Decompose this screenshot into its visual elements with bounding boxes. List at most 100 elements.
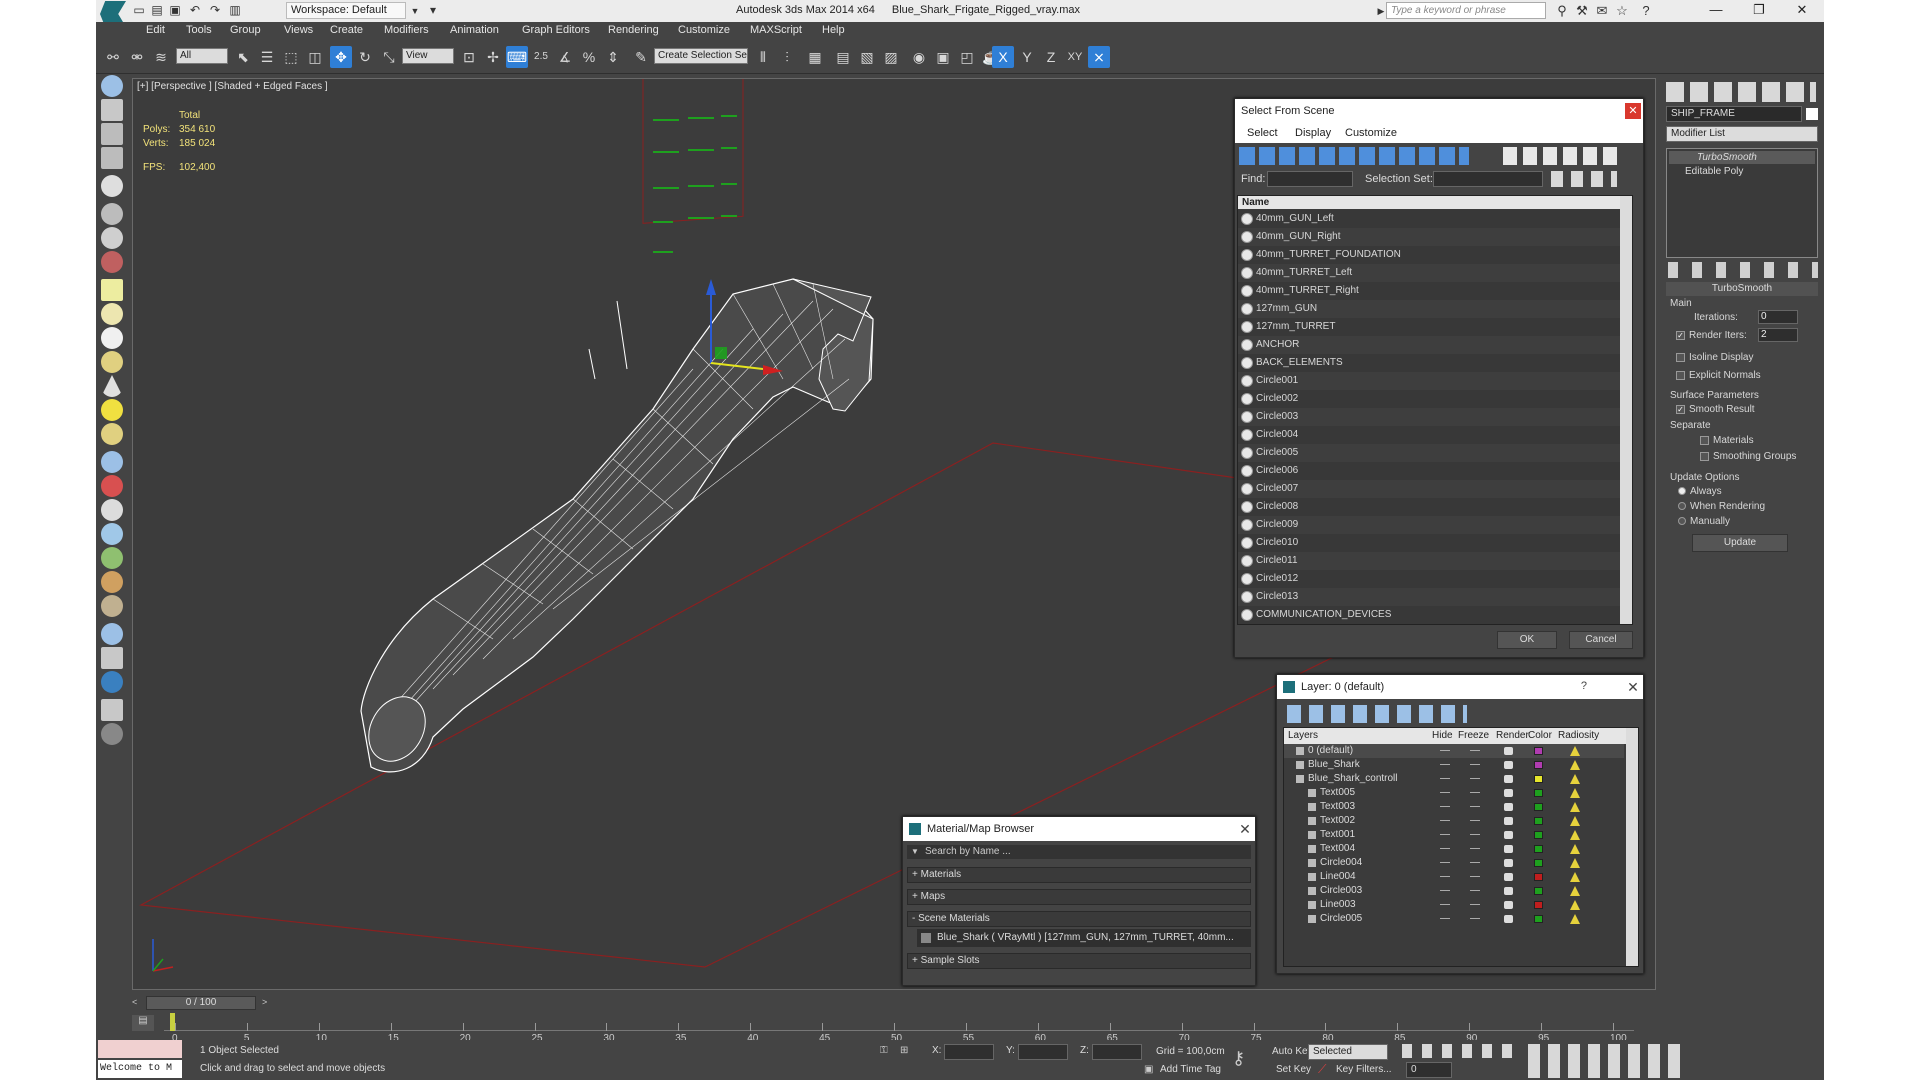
sfs-list-item[interactable]: Circle001 (1238, 372, 1622, 390)
quick-access-dropdown-icon[interactable]: ▾ (426, 3, 440, 17)
radiosity-icon[interactable] (1570, 858, 1580, 868)
radiosity-icon[interactable] (1570, 802, 1580, 812)
modifier-list-dropdown[interactable]: Modifier List (1666, 126, 1818, 142)
layer-row[interactable]: Text005 (1284, 786, 1624, 800)
radiosity-icon[interactable] (1570, 746, 1580, 756)
smooth-result-checkbox[interactable]: ✓ (1676, 404, 1685, 414)
motion-icon[interactable] (101, 251, 123, 273)
sfs-list-item[interactable]: ANCHOR (1238, 336, 1622, 354)
sfs-list-item[interactable]: 40mm_GUN_Left (1238, 210, 1622, 228)
layer-color-swatch[interactable] (1534, 859, 1543, 867)
sfs-set-buttons-icons[interactable] (1551, 171, 1617, 187)
explicit-normals-checkbox[interactable] (1676, 370, 1685, 380)
layer-manager-icon[interactable]: ▦ (804, 46, 826, 68)
stack-item-editable-poly[interactable]: Editable Poly (1669, 165, 1815, 178)
project-folder-icon[interactable]: ▥ (228, 3, 242, 17)
time-slider[interactable]: < 0 / 100 > (132, 995, 1656, 1011)
menu-modifiers[interactable]: Modifiers (384, 24, 429, 36)
layer-col-hide[interactable]: Hide (1432, 728, 1453, 744)
freeze-toggle[interactable] (1470, 890, 1480, 891)
subscription-icon[interactable]: ⚒ (1574, 3, 1590, 19)
ship-hull[interactable] (360, 278, 874, 773)
curve-editor-icon[interactable]: ▧ (856, 46, 878, 68)
sfs-filter-icons[interactable] (1239, 147, 1469, 165)
edit-named-selection-icon[interactable]: ✎ (630, 46, 652, 68)
layer-dialog-help-icon[interactable]: ? (1581, 680, 1587, 692)
ship-mast[interactable] (616, 300, 628, 370)
materials-row[interactable]: Materials (1700, 435, 1754, 446)
iterations-spinner[interactable]: 0 (1758, 310, 1798, 324)
schematic-view-icon[interactable]: ▨ (880, 46, 902, 68)
help-circle-icon[interactable] (101, 723, 123, 745)
select-and-manipulate-icon[interactable]: ✢ (482, 46, 504, 68)
environment-icon[interactable] (101, 671, 123, 693)
smooth-result-row[interactable]: ✓ Smooth Result (1676, 404, 1755, 415)
layer-name[interactable]: Circle003 (1320, 884, 1362, 898)
layer-col-layers[interactable]: Layers (1288, 728, 1318, 744)
track-ruler[interactable] (164, 1015, 1634, 1031)
hierarchy-icon[interactable] (101, 227, 123, 249)
menu-help[interactable]: Help (822, 24, 845, 36)
sfs-find-input[interactable] (1267, 171, 1353, 187)
layer-row[interactable]: Text002 (1284, 814, 1624, 828)
bind-space-warp-icon[interactable]: ≋ (150, 46, 172, 68)
hide-toggle[interactable] (1440, 764, 1450, 765)
hide-toggle[interactable] (1440, 834, 1450, 835)
create-selection-set-dropdown[interactable]: Create Selection Se (654, 48, 748, 64)
set-key-mode-icon[interactable]: ⟋ (1318, 1062, 1326, 1077)
time-prev-arrow-icon[interactable]: < (132, 997, 137, 1007)
separate-smoothing-groups-checkbox[interactable] (1700, 451, 1709, 461)
menu-edit[interactable]: Edit (146, 24, 165, 36)
layer-color-swatch[interactable] (1534, 845, 1543, 853)
align-icon[interactable]: ⫶ (776, 46, 798, 68)
update-when-rendering-radio[interactable] (1678, 502, 1686, 511)
modify-object-icon[interactable] (101, 203, 123, 225)
hide-toggle[interactable] (1440, 778, 1450, 779)
sfs-list-item[interactable]: Circle013 (1238, 588, 1622, 606)
layer-color-swatch[interactable] (1534, 887, 1543, 895)
help-icon[interactable]: ? (1638, 3, 1654, 19)
freeze-toggle[interactable] (1470, 820, 1480, 821)
render-teapot-icon[interactable] (1504, 831, 1513, 839)
sfs-column-name[interactable]: Name (1238, 196, 1632, 209)
update-always-row[interactable]: Always (1678, 486, 1722, 497)
scene-material-item[interactable]: Blue_Shark ( VRayMtl ) [127mm_GUN, 127mm… (917, 929, 1251, 947)
select-and-link-icon[interactable]: ⚯ (102, 46, 124, 68)
select-and-rotate-icon[interactable]: ↻ (354, 46, 376, 68)
sfs-scrollbar[interactable] (1620, 196, 1632, 624)
radiosity-icon[interactable] (1570, 760, 1580, 770)
separate-materials-checkbox[interactable] (1700, 435, 1709, 445)
search-dropdown-icon[interactable]: ▼ (911, 845, 919, 859)
layer-name[interactable]: Text005 (1320, 786, 1355, 800)
maximize-button[interactable]: ❐ (1739, 0, 1779, 20)
snaps-toggle-icon[interactable]: 2.5 (530, 46, 552, 68)
layer-color-swatch[interactable] (1534, 803, 1543, 811)
radiosity-icon[interactable] (1570, 816, 1580, 826)
create-geometry-icon[interactable] (101, 75, 123, 97)
graphite-ribbon-icon[interactable]: ▤ (832, 46, 854, 68)
layer-name[interactable]: Text001 (1320, 828, 1355, 842)
layer-row[interactable]: Line004 (1284, 870, 1624, 884)
new-file-icon[interactable]: ▭ (132, 3, 146, 17)
freeze-toggle[interactable] (1470, 792, 1480, 793)
layer-name[interactable]: Circle004 (1320, 856, 1362, 870)
keyboard-shortcut-override-icon[interactable]: ⌨ (506, 46, 528, 68)
sphere-icon[interactable] (101, 303, 123, 325)
render-teapot-icon[interactable] (1504, 747, 1513, 755)
layer-scrollbar[interactable] (1626, 728, 1638, 966)
sfs-ok-button[interactable]: OK (1497, 631, 1557, 649)
y-coord-field[interactable] (1018, 1044, 1068, 1060)
light-bulb-icon[interactable] (101, 175, 123, 197)
render-teapot-icon[interactable] (1504, 915, 1513, 923)
layer-row[interactable]: Blue_Shark (1284, 758, 1624, 772)
auto-key-button[interactable]: Auto Key (1272, 1046, 1313, 1057)
z-coord-field[interactable] (1092, 1044, 1142, 1060)
open-file-icon[interactable]: ▤ (150, 3, 164, 17)
percent-snap-icon[interactable]: % (578, 46, 600, 68)
sfs-list-item[interactable]: Circle002 (1238, 390, 1622, 408)
freeze-toggle[interactable] (1470, 834, 1480, 835)
freeze-toggle[interactable] (1470, 806, 1480, 807)
layer-color-swatch[interactable] (1534, 775, 1543, 783)
layer-name[interactable]: Line003 (1320, 898, 1356, 912)
sfs-list-item[interactable]: Circle007 (1238, 480, 1622, 498)
